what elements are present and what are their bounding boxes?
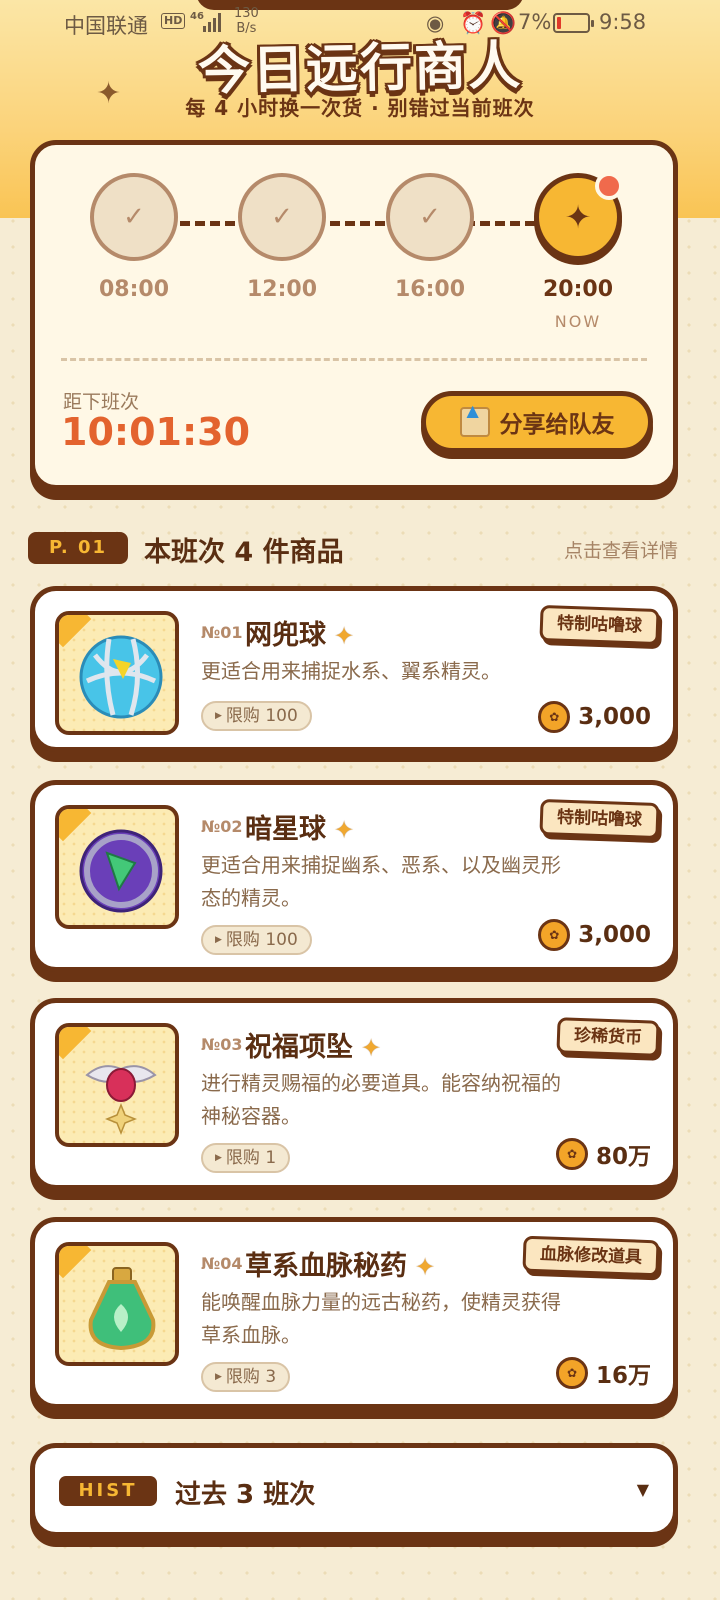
purchase-limit-badge: ▶ 限购 1 bbox=[201, 1143, 291, 1173]
purchase-limit: 限购 100 bbox=[225, 930, 298, 950]
price-value: 3,000 bbox=[578, 704, 651, 730]
slot-time: 16:00 bbox=[394, 277, 466, 302]
history-tag: HIST bbox=[59, 1476, 157, 1506]
item-name-row: 祝福项坠 ✦ bbox=[245, 1025, 381, 1064]
notification-dot bbox=[595, 172, 623, 200]
dark-star-ball-icon bbox=[55, 805, 179, 929]
item-card[interactable]: №03 祝福项坠 ✦ 进行精灵赐福的必要道具。能容纳祝福的神秘容器。 ▶ 限购 1 … bbox=[30, 998, 678, 1190]
share-icon bbox=[459, 401, 490, 437]
slot-time: 20:00 bbox=[542, 277, 614, 302]
check-icon: ✓ bbox=[238, 173, 326, 261]
item-description: 更适合用来捕捉水系、翼系精灵。 bbox=[201, 659, 501, 683]
history-label: 过去 3 班次 bbox=[175, 1480, 316, 1510]
price: ✿ 80万 bbox=[555, 1137, 651, 1171]
item-number: №04 bbox=[201, 1254, 243, 1273]
schedule-slot[interactable]: ✓ 08:00 bbox=[89, 173, 179, 302]
countdown-timer: 10:01:30 bbox=[61, 410, 251, 454]
net-ball-icon bbox=[55, 611, 179, 735]
slot-time: 08:00 bbox=[98, 277, 170, 302]
network-speed-value: 130 bbox=[234, 6, 259, 21]
coin-icon: ✿ bbox=[555, 1357, 588, 1389]
price-value: 80万 bbox=[595, 1144, 651, 1170]
timeline-line bbox=[135, 221, 580, 226]
purchase-limit: 限购 3 bbox=[225, 1367, 277, 1387]
item-description: 更适合用来捕捉幽系、恶系、以及幽灵形态的精灵。 bbox=[201, 853, 561, 910]
sparkle-icon: ✦ bbox=[334, 816, 355, 844]
page-subtitle: 每 4 小时换一次货 · 别错过当前班次 bbox=[185, 96, 535, 120]
item-name: 草系血脉秘药 bbox=[245, 1251, 407, 1282]
hd-badge: HD bbox=[161, 13, 186, 29]
price-value: 16万 bbox=[595, 1363, 651, 1389]
item-name: 祝福项坠 bbox=[245, 1032, 353, 1063]
item-number: №03 bbox=[201, 1035, 243, 1054]
network-type: 46 bbox=[190, 11, 204, 22]
blessing-pendant-icon bbox=[55, 1023, 179, 1147]
item-name-row: 网兜球 ✦ bbox=[245, 613, 354, 652]
view-details-link[interactable]: 点击查看详情 bbox=[564, 536, 678, 563]
item-name: 暗星球 bbox=[245, 814, 326, 845]
star-icon: ✦ bbox=[534, 172, 623, 261]
sparkle-icon: ✦ bbox=[415, 1253, 436, 1281]
now-label: NOW bbox=[554, 312, 602, 331]
purchase-limit-badge: ▶ 限购 3 bbox=[201, 1362, 291, 1392]
schedule-card: ✓ 08:00 ✓ 12:00 ✓ 16:00 ✦ 20:00 NOW 距下班次… bbox=[30, 140, 678, 490]
item-card[interactable]: №02 暗星球 ✦ 更适合用来捕捉幽系、恶系、以及幽灵形态的精灵。 ▶ 限购 100… bbox=[30, 780, 678, 972]
price: ✿ 16万 bbox=[555, 1356, 651, 1390]
coin-icon: ✿ bbox=[538, 919, 571, 951]
section-tag: P. 01 bbox=[28, 532, 128, 564]
item-name-row: 暗星球 ✦ bbox=[245, 807, 354, 846]
coin-icon: ✿ bbox=[538, 701, 571, 733]
item-card[interactable]: №01 网兜球 ✦ 更适合用来捕捉水系、翼系精灵。 ▶ 限购 100 特制咕噜球 ✿… bbox=[30, 586, 678, 752]
price: ✿ 3,000 bbox=[538, 919, 651, 951]
slot-time: 12:00 bbox=[246, 277, 318, 302]
category-badge: 特制咕噜球 bbox=[539, 798, 660, 840]
item-card[interactable]: №04 草系血脉秘药 ✦ 能唤醒血脉力量的远古秘药，使精灵获得草系血脉。 ▶ 限购 … bbox=[30, 1217, 678, 1409]
category-badge: 特制咕噜球 bbox=[539, 604, 660, 646]
schedule-slot[interactable]: ✓ 12:00 bbox=[237, 173, 327, 302]
divider bbox=[61, 358, 647, 361]
check-icon: ✓ bbox=[90, 173, 178, 261]
section-title: 本班次 4 件商品 bbox=[144, 537, 344, 568]
schedule-slot[interactable]: ✓ 16:00 bbox=[385, 173, 475, 302]
item-description: 能唤醒血脉力量的远古秘药，使精灵获得草系血脉。 bbox=[201, 1290, 561, 1347]
chevron-down-icon[interactable]: ▼ bbox=[637, 1480, 649, 1499]
category-badge: 血脉修改道具 bbox=[522, 1235, 660, 1277]
purchase-limit: 限购 1 bbox=[225, 1148, 277, 1168]
purchase-limit-badge: ▶ 限购 100 bbox=[201, 701, 312, 731]
purchase-limit: 限购 100 bbox=[225, 706, 298, 726]
check-icon: ✓ bbox=[386, 173, 474, 261]
item-number: №01 bbox=[201, 623, 243, 642]
item-description: 进行精灵赐福的必要道具。能容纳祝福的神秘容器。 bbox=[201, 1071, 561, 1128]
purchase-limit-badge: ▶ 限购 100 bbox=[201, 925, 312, 955]
sparkle-icon: ✦ bbox=[334, 622, 355, 650]
price: ✿ 3,000 bbox=[538, 701, 651, 733]
grass-potion-icon bbox=[55, 1242, 179, 1366]
coin-icon: ✿ bbox=[555, 1138, 588, 1170]
sparkle-icon: ✦ bbox=[361, 1034, 382, 1062]
price-value: 3,000 bbox=[578, 922, 651, 948]
item-number: №02 bbox=[201, 817, 243, 836]
history-toggle[interactable]: HIST 过去 3 班次 ▼ bbox=[30, 1443, 678, 1537]
category-badge: 珍稀货币 bbox=[556, 1017, 660, 1057]
share-button[interactable]: 分享给队友 bbox=[421, 391, 653, 453]
item-name-row: 草系血脉秘药 ✦ bbox=[245, 1244, 435, 1283]
schedule-slot-current[interactable]: ✦ 20:00 NOW bbox=[533, 172, 623, 331]
item-name: 网兜球 bbox=[245, 620, 326, 651]
share-button-label: 分享给队友 bbox=[499, 412, 615, 438]
